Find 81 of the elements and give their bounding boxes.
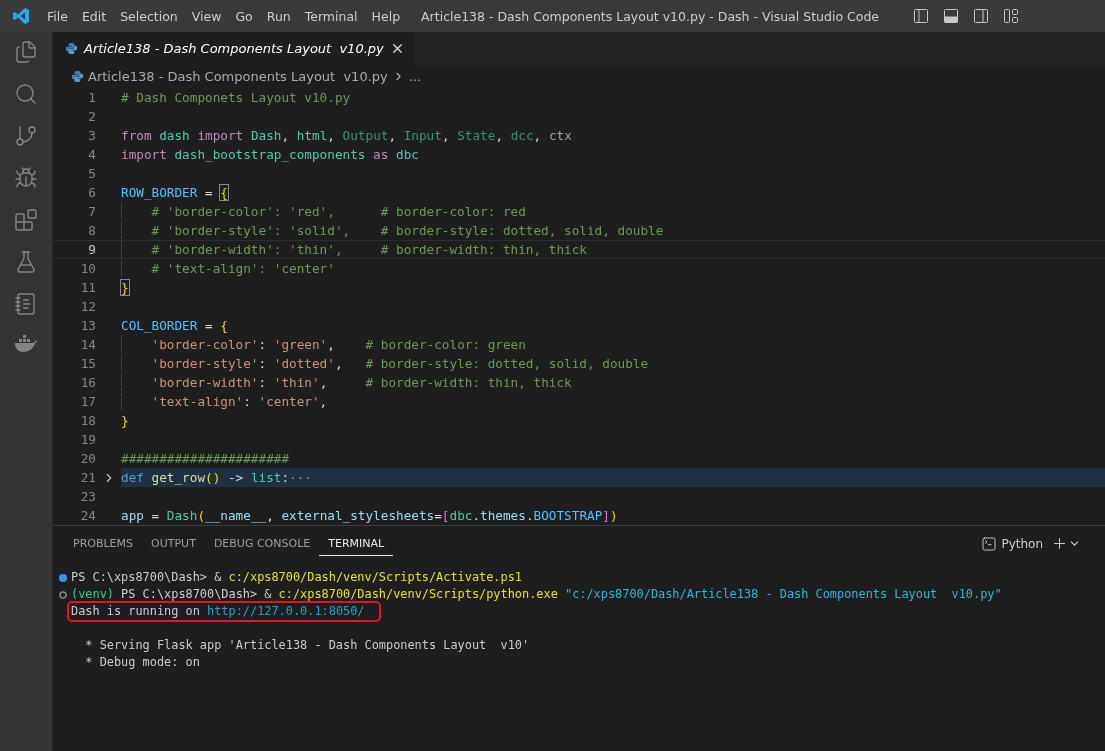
panel-tab[interactable]: DEBUG CONSOLE xyxy=(204,531,320,556)
line-number: 23 xyxy=(79,489,96,504)
line-number: 11 xyxy=(79,280,96,295)
status-dot-icon xyxy=(59,573,67,582)
code-line: 'border-style': 'dotted', # border-style: dotted, solid, double xyxy=(121,355,649,372)
menu-item[interactable]: Edit xyxy=(74,8,114,24)
terminal-line: * Debug mode: on xyxy=(84,654,201,671)
python-file-icon xyxy=(71,69,84,83)
line-number: 3 xyxy=(87,128,96,143)
menu-item[interactable]: Go xyxy=(228,8,260,24)
plus-icon[interactable] xyxy=(1051,535,1068,552)
sidebar-left-layout-icon[interactable] xyxy=(913,8,929,24)
menu-item[interactable]: Selection xyxy=(113,8,185,24)
code-line: # 'border-style': 'solid', # border-style: dotted, solid, double xyxy=(121,222,664,239)
line-number: 10 xyxy=(79,261,96,276)
line-number: 20 xyxy=(79,451,96,466)
customize-layout-icon[interactable] xyxy=(1003,8,1019,24)
terminal-line: PS C:\xps8700\Dash> & c:/xps8700/Dash/venv/Scripts/Activate.ps1 xyxy=(70,569,523,586)
code-line: } xyxy=(121,279,129,296)
code-line: # 'text-align': 'center' xyxy=(121,260,335,277)
files-icon[interactable] xyxy=(14,40,38,64)
breadcrumb-item[interactable]: ... xyxy=(408,68,422,84)
code-line: 'border-width': 'thin', # border-width: thin, thick xyxy=(121,374,572,391)
line-number: 9 xyxy=(87,242,96,257)
code-line: # 'border-width': 'thin', # border-width: thin, thick xyxy=(121,241,587,258)
terminal-name[interactable]: Python xyxy=(1001,536,1043,551)
notebook-icon[interactable] xyxy=(14,292,38,316)
code-line: 'border-color': 'green', # border-color: green xyxy=(121,336,526,353)
window-title: Article138 - Dash Components Layout v10.py - Dash - Visual Studio Code xyxy=(421,8,880,24)
line-number: 12 xyxy=(79,299,96,314)
code-line: ROW_BORDER = { xyxy=(121,184,228,201)
status-circle-icon xyxy=(59,590,67,599)
line-number: 24 xyxy=(79,508,96,523)
code-line: # Dash Componets Layout v10.py xyxy=(121,89,351,106)
line-number: 17 xyxy=(79,394,96,409)
code-line: COL_BORDER = { xyxy=(121,317,228,334)
menu-item[interactable]: File xyxy=(40,8,75,24)
line-number: 14 xyxy=(79,337,96,352)
panel-tab[interactable]: PROBLEMS xyxy=(64,531,143,556)
code-line: import dash_bootstrap_components as dbc xyxy=(121,146,419,163)
line-number: 6 xyxy=(87,185,96,200)
menu-item[interactable]: Terminal xyxy=(297,8,365,24)
terminal-icon[interactable] xyxy=(981,535,998,552)
breadcrumb-item[interactable]: Article138 - Dash Components Layout v10.py xyxy=(88,68,388,84)
line-number: 2 xyxy=(87,109,96,124)
bug-icon[interactable] xyxy=(14,166,38,190)
panel-tab[interactable]: OUTPUT xyxy=(142,531,205,556)
whale-icon[interactable] xyxy=(14,334,38,354)
line-number: 16 xyxy=(79,375,96,390)
menu-item[interactable]: View xyxy=(184,8,229,24)
terminal-line: * Serving Flask app 'Article138 - Dash Components Layout v10' xyxy=(84,637,531,654)
line-number: 15 xyxy=(79,356,96,371)
line-number: 5 xyxy=(87,166,96,181)
sidebar-right-layout-icon[interactable] xyxy=(973,8,989,24)
line-number: 7 xyxy=(87,204,96,219)
line-number: 19 xyxy=(79,432,96,447)
app-logo-icon xyxy=(12,7,30,25)
panel-tab[interactable]: TERMINAL xyxy=(319,531,394,556)
line-number: 18 xyxy=(79,413,96,428)
line-number: 13 xyxy=(79,318,96,333)
code-line: } xyxy=(121,412,129,429)
menu-item[interactable]: Help xyxy=(364,8,408,24)
line-number: 21 xyxy=(79,470,96,485)
editor-tab[interactable]: Article138 - Dash Components Layout v10.py xyxy=(53,32,415,65)
flask-icon[interactable] xyxy=(14,250,38,274)
python-file-icon xyxy=(65,42,78,55)
code-line: # 'border-color': 'red', # border-color: red xyxy=(121,203,526,220)
code-line: def get_row() -> list:··· xyxy=(121,469,312,486)
search-icon[interactable] xyxy=(14,82,38,106)
blocks-icon[interactable] xyxy=(14,208,38,232)
line-number: 4 xyxy=(87,147,96,162)
code-line: app = Dash(__name__, external_stylesheets=[dbc.themes.BOOTSTRAP]) xyxy=(121,507,618,524)
line-number: 8 xyxy=(87,223,96,238)
code-line: ###################### xyxy=(121,450,290,467)
code-line: from dash import Dash, html, Output, Input, State, dcc, ctx xyxy=(121,127,572,144)
menu-item[interactable]: Run xyxy=(259,8,298,24)
terminal-line: (venv) PS C:\xps8700\Dash> & c:/xps8700/Dash/venv/Scripts/python.exe "c:/xps8700/Dash/Article138 - Dash Components Layout v10.py" xyxy=(70,586,1003,603)
line-number: 1 xyxy=(87,90,96,105)
panel-bottom-layout-icon[interactable] xyxy=(943,8,959,24)
branch-icon[interactable] xyxy=(14,124,38,148)
code-line: 'text-align': 'center', xyxy=(121,393,328,410)
